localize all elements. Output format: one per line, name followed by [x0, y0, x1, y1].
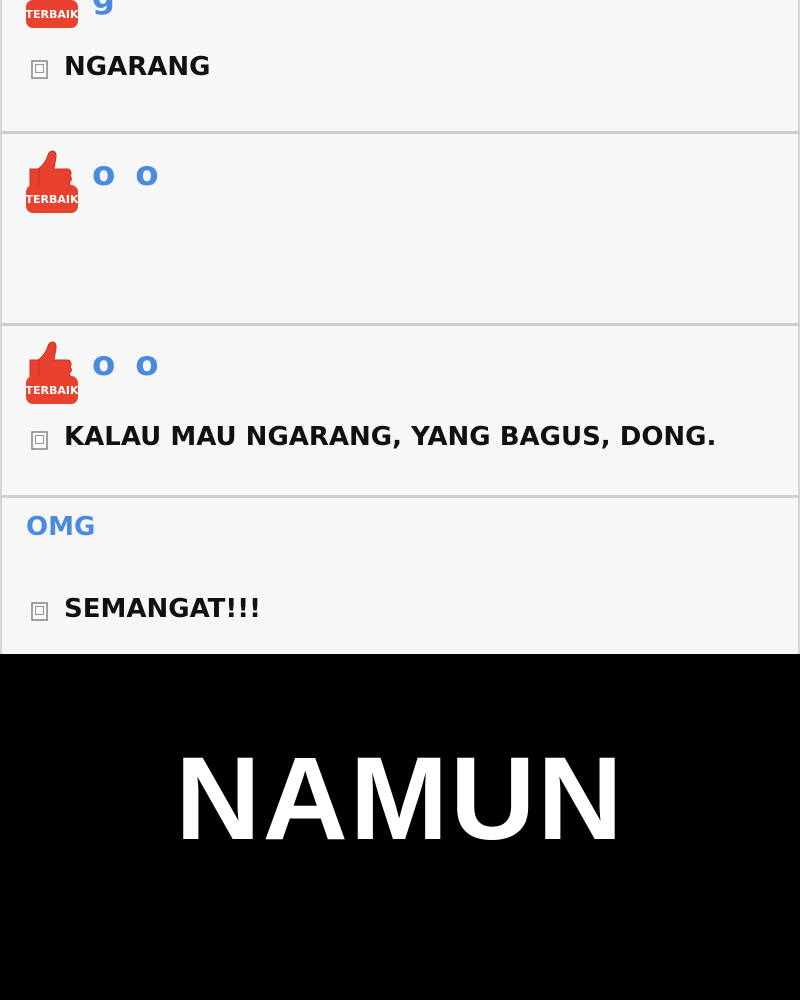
comment-text: NGARANG — [64, 52, 211, 82]
svg-text:TERBAIK: TERBAIK — [26, 193, 78, 206]
thumbs-up-icon: TERBAIK — [26, 0, 78, 28]
comment-item: TERBAIK o o KALAU MAU NGARANG, YANG BAGU… — [0, 326, 800, 496]
document-icon — [31, 602, 48, 621]
comment-item: TERBAIK o o — [0, 134, 800, 324]
comment-text: KALAU MAU NGARANG, YANG BAGUS, DONG. — [64, 422, 717, 452]
svg-text:TERBAIK: TERBAIK — [26, 8, 78, 21]
comment-text: SEMANGAT!!! — [64, 594, 261, 624]
svg-text:TERBAIK: TERBAIK — [26, 384, 78, 397]
document-icon — [31, 431, 48, 450]
caption-text: NAMUN — [175, 733, 625, 865]
comment-username[interactable]: o o — [92, 154, 163, 194]
thumbs-up-icon: TERBAIK — [26, 341, 78, 404]
terbaik-badge: TERBAIK — [26, 149, 78, 213]
document-icon — [31, 60, 48, 79]
comment-username[interactable]: OMG — [26, 512, 95, 542]
terbaik-badge: TERBAIK — [26, 0, 78, 28]
comment-username[interactable]: o o — [92, 344, 163, 384]
comment-list: TERBAIK g NGARANG TERBAIK o o — [0, 0, 800, 654]
comment-item: OMG SEMANGAT!!! — [0, 498, 800, 654]
comment-item: TERBAIK g NGARANG — [0, 0, 800, 132]
thumbs-up-icon: TERBAIK — [26, 150, 78, 213]
terbaik-badge: TERBAIK — [26, 340, 78, 404]
comment-username[interactable]: g — [92, 0, 119, 16]
